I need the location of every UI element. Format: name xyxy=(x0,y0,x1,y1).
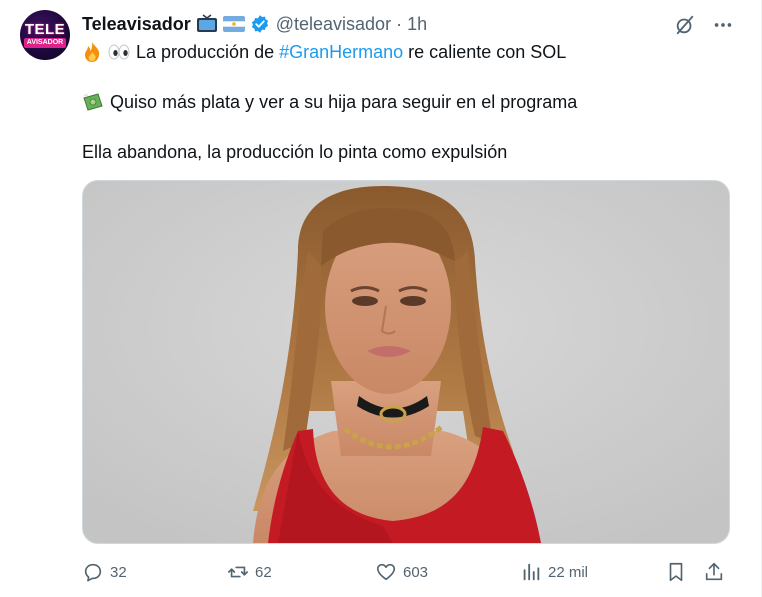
handle[interactable]: @teleavisador xyxy=(276,14,391,35)
display-name[interactable]: Teleavisador xyxy=(82,14,191,35)
hashtag-link[interactable]: #GranHermano xyxy=(279,40,403,64)
reply-button[interactable]: 32 xyxy=(82,561,227,583)
repost-icon xyxy=(228,566,248,578)
woman-portrait-photo xyxy=(83,181,729,543)
grok-icon[interactable] xyxy=(673,13,697,37)
tweet-text-part: re caliente con SOL xyxy=(403,42,567,62)
timestamp[interactable]: 1h xyxy=(407,14,427,35)
tweet-actions-bar: 32 62 603 22 mil xyxy=(82,558,728,586)
like-count: 603 xyxy=(403,563,429,581)
tweet-text-part: Ella abandona, la producción lo pinta co… xyxy=(82,142,508,162)
media-image[interactable] xyxy=(82,180,730,544)
avatar[interactable]: TELE AVISADOR xyxy=(20,10,70,60)
views-chart-icon xyxy=(523,563,540,581)
tweet: TELE AVISADOR Teleavisador @teleavisador… xyxy=(0,0,762,597)
tweet-text-line-2: Quiso más plata y ver a su hija para seg… xyxy=(82,90,577,114)
fire-emoji-icon xyxy=(82,41,102,63)
view-count: 22 mil xyxy=(548,563,589,581)
reply-icon xyxy=(84,563,102,582)
tweet-header: Teleavisador @teleavisador · 1h xyxy=(82,12,427,36)
money-with-wings-emoji-icon xyxy=(82,92,104,112)
repost-button[interactable]: 62 xyxy=(227,561,375,583)
views-button[interactable]: 22 mil xyxy=(520,561,665,583)
bookmark-button[interactable] xyxy=(665,561,703,583)
repost-count: 62 xyxy=(255,563,272,581)
separator-dot: · xyxy=(396,13,403,34)
tweet-text-line-1: La producción de #GranHermano re calient… xyxy=(82,40,566,64)
top-actions xyxy=(673,13,735,37)
like-button[interactable]: 603 xyxy=(375,561,520,583)
share-icon xyxy=(705,562,723,581)
tweet-text-part: Quiso más plata y ver a su hija para seg… xyxy=(110,92,578,112)
verified-badge-icon[interactable] xyxy=(250,14,270,34)
bookmark-icon xyxy=(669,562,683,582)
more-options-icon[interactable] xyxy=(711,13,735,37)
avatar-logo-bottom: AVISADOR xyxy=(23,37,67,48)
tweet-text-line-3: Ella abandona, la producción lo pinta co… xyxy=(82,140,507,164)
heart-icon xyxy=(376,563,396,581)
tweet-text-part: La producción de xyxy=(136,42,280,62)
argentina-flag-icon xyxy=(222,16,245,32)
share-button[interactable] xyxy=(703,561,728,583)
tv-icon xyxy=(196,14,218,34)
avatar-logo-top: TELE xyxy=(24,20,66,38)
eyes-emoji-icon xyxy=(108,44,130,60)
reply-count: 32 xyxy=(110,563,127,581)
